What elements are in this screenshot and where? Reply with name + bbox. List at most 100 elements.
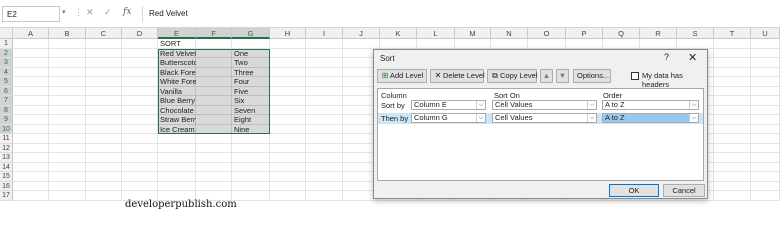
cell-t6[interactable] xyxy=(714,86,751,96)
cell-i9[interactable] xyxy=(306,115,343,125)
cell-e7[interactable]: Blue Berry xyxy=(158,96,196,106)
cell-n1[interactable] xyxy=(491,39,528,49)
column-header-h[interactable]: H xyxy=(270,28,306,39)
cell-d12[interactable] xyxy=(122,143,158,153)
cell-i4[interactable] xyxy=(306,67,343,77)
cell-e9[interactable]: Straw Berry xyxy=(158,115,199,125)
column-header-r[interactable]: R xyxy=(640,28,677,39)
cell-a17[interactable] xyxy=(13,191,49,201)
name-box-dropdown-icon[interactable]: ▾ xyxy=(62,8,66,16)
cell-e15[interactable] xyxy=(158,172,196,182)
name-box[interactable]: E2 xyxy=(2,6,60,22)
column-header-q[interactable]: Q xyxy=(603,28,640,39)
cell-c12[interactable] xyxy=(86,143,122,153)
cell-b4[interactable] xyxy=(49,67,86,77)
cell-u2[interactable] xyxy=(751,48,780,58)
column-header-s[interactable]: S xyxy=(677,28,714,39)
cell-e5[interactable]: White Forest xyxy=(158,77,203,87)
cell-c6[interactable] xyxy=(86,86,122,96)
cell-t12[interactable] xyxy=(714,143,751,153)
cell-e16[interactable] xyxy=(158,181,196,191)
cell-i16[interactable] xyxy=(306,181,343,191)
cell-d15[interactable] xyxy=(122,172,158,182)
cell-c13[interactable] xyxy=(86,153,122,163)
cell-i11[interactable] xyxy=(306,134,343,144)
row-header-3[interactable]: 3 xyxy=(0,58,13,68)
cell-j1[interactable] xyxy=(343,39,380,49)
cell-c15[interactable] xyxy=(86,172,122,182)
cell-u3[interactable] xyxy=(751,58,780,68)
cell-t8[interactable] xyxy=(714,105,751,115)
cell-i7[interactable] xyxy=(306,96,343,106)
column-header-b[interactable]: B xyxy=(49,28,86,39)
cell-e1[interactable]: SORT xyxy=(158,39,196,49)
cell-t4[interactable] xyxy=(714,67,751,77)
cell-h9[interactable] xyxy=(270,115,306,125)
cell-i17[interactable] xyxy=(306,191,343,201)
cell-a8[interactable] xyxy=(13,105,49,115)
cell-g15[interactable] xyxy=(232,172,270,182)
cell-e11[interactable] xyxy=(158,134,196,144)
cell-d11[interactable] xyxy=(122,134,158,144)
sort-level-row-selected[interactable]: Then by Column G ⌵ Cell Values ⌵ A to Z … xyxy=(378,113,703,124)
cell-c8[interactable] xyxy=(86,105,122,115)
cell-e2[interactable]: Red Velvet xyxy=(158,48,196,58)
cell-f14[interactable] xyxy=(196,162,232,172)
row-header-17[interactable]: 17 xyxy=(0,191,13,201)
cell-e8[interactable]: Chocolate xyxy=(158,105,196,115)
column-header-k[interactable]: K xyxy=(380,28,417,39)
ok-button[interactable]: OK xyxy=(609,184,659,197)
column-header-c[interactable]: C xyxy=(86,28,122,39)
cell-d2[interactable] xyxy=(122,48,158,58)
cell-c3[interactable] xyxy=(86,58,122,68)
cell-u12[interactable] xyxy=(751,143,780,153)
cell-o1[interactable] xyxy=(528,39,566,49)
cell-f16[interactable] xyxy=(196,181,232,191)
cell-u7[interactable] xyxy=(751,96,780,106)
cell-f10[interactable] xyxy=(196,124,232,134)
cell-g10[interactable]: Nine xyxy=(232,124,270,134)
order-select[interactable]: A to Z ⌵ xyxy=(602,113,699,123)
cell-u14[interactable] xyxy=(751,162,780,172)
cell-e4[interactable]: Black Forest xyxy=(158,67,202,77)
chevron-down-icon[interactable]: ⌵ xyxy=(587,101,596,109)
cell-a4[interactable] xyxy=(13,67,49,77)
cell-e13[interactable] xyxy=(158,153,196,163)
cell-g13[interactable] xyxy=(232,153,270,163)
column-header-f[interactable]: F xyxy=(196,28,232,39)
cell-f12[interactable] xyxy=(196,143,232,153)
cell-a10[interactable] xyxy=(13,124,49,134)
cell-b8[interactable] xyxy=(49,105,86,115)
cell-c17[interactable] xyxy=(86,191,122,201)
cell-a1[interactable] xyxy=(13,39,49,49)
cell-a14[interactable] xyxy=(13,162,49,172)
cell-f6[interactable] xyxy=(196,86,232,96)
column-header-d[interactable]: D xyxy=(122,28,158,39)
cell-d16[interactable] xyxy=(122,181,158,191)
cell-i2[interactable] xyxy=(306,48,343,58)
row-header-16[interactable]: 16 xyxy=(0,181,13,191)
cell-d9[interactable] xyxy=(122,115,158,125)
cell-a3[interactable] xyxy=(13,58,49,68)
cell-h6[interactable] xyxy=(270,86,306,96)
cell-a2[interactable] xyxy=(13,48,49,58)
cell-u5[interactable] xyxy=(751,77,780,87)
cell-d14[interactable] xyxy=(122,162,158,172)
cell-g3[interactable]: Two xyxy=(232,58,270,68)
help-button[interactable]: ? xyxy=(664,52,669,62)
cell-a12[interactable] xyxy=(13,143,49,153)
row-header-14[interactable]: 14 xyxy=(0,162,13,172)
options-button[interactable]: Options... xyxy=(573,69,611,83)
cell-t13[interactable] xyxy=(714,153,751,163)
chevron-down-icon[interactable]: ⌵ xyxy=(689,101,698,109)
cell-u15[interactable] xyxy=(751,172,780,182)
cell-h16[interactable] xyxy=(270,181,306,191)
cell-t5[interactable] xyxy=(714,77,751,87)
cell-i15[interactable] xyxy=(306,172,343,182)
cell-g12[interactable] xyxy=(232,143,270,153)
cell-t14[interactable] xyxy=(714,162,751,172)
cell-u17[interactable] xyxy=(751,191,780,201)
cell-b17[interactable] xyxy=(49,191,86,201)
cell-h12[interactable] xyxy=(270,143,306,153)
cell-b14[interactable] xyxy=(49,162,86,172)
